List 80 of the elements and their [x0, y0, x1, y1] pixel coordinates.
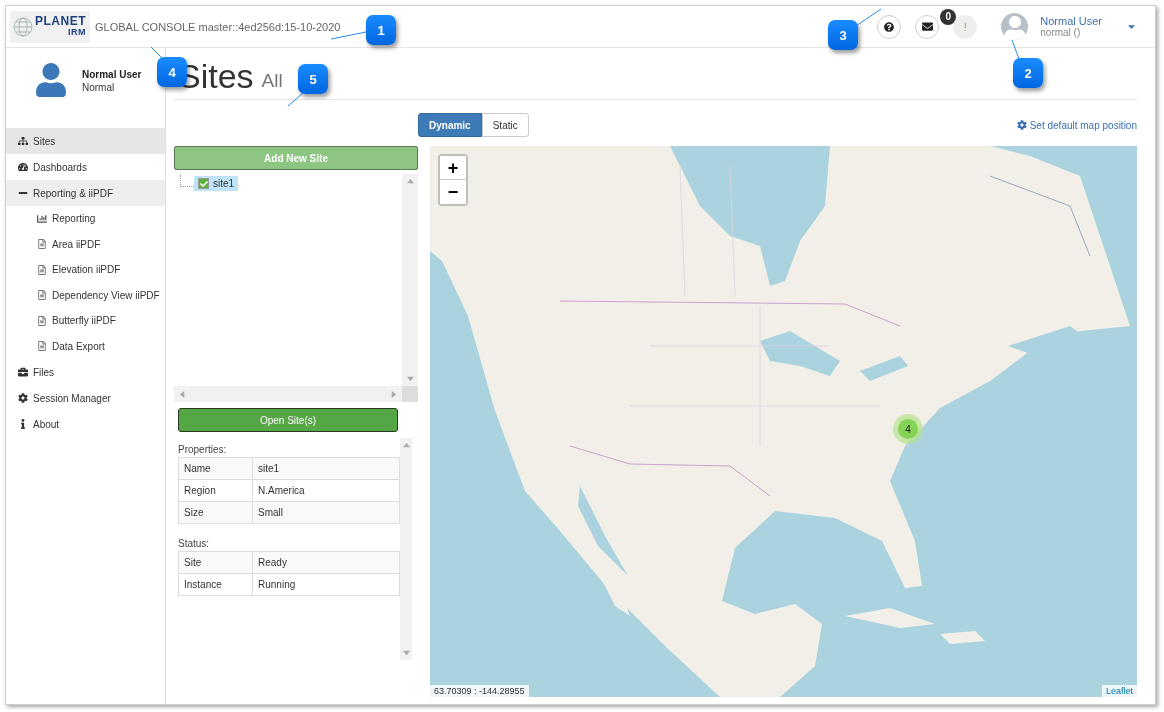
leader-line — [287, 92, 304, 107]
leader-line — [330, 31, 367, 40]
table-cell: Instance — [178, 573, 253, 596]
help-button[interactable] — [877, 14, 902, 39]
scroll-down-icon[interactable] — [402, 649, 410, 656]
count-badge: 0 — [940, 8, 957, 25]
scrollbar[interactable] — [174, 386, 402, 402]
sidebar-item[interactable]: Dashboards — [6, 154, 165, 180]
table-cell: Site — [178, 551, 253, 574]
coordinates-label: 63.70309 : -144.28955 — [430, 685, 529, 697]
table-cell: site1 — [252, 457, 400, 480]
console-title: GLOBAL CONSOLE master::4ed256d:15-10-2020 — [95, 20, 341, 33]
scroll-up-icon[interactable] — [406, 178, 414, 185]
profile-name: Normal User — [82, 68, 142, 81]
info-icon — [18, 419, 28, 429]
sidebar-subitem[interactable]: Elevation iiPDF — [6, 257, 165, 283]
scrollbar[interactable] — [402, 174, 418, 386]
sidebar-subitem[interactable]: Butterfly iiPDF — [6, 308, 165, 334]
zoom-out-button[interactable]: − — [440, 180, 466, 204]
table-cell: N.America — [252, 479, 400, 502]
dashboard-icon — [18, 162, 28, 172]
user-name[interactable]: Normal User — [1040, 14, 1102, 27]
scroll-right-icon[interactable] — [390, 390, 397, 398]
callout-badge: 3 — [828, 20, 858, 50]
user-icon — [34, 63, 68, 97]
callout-badge: 5 — [298, 64, 328, 94]
scroll-up-icon[interactable] — [402, 442, 410, 449]
document-icon — [37, 341, 47, 352]
table-cell: Ready — [252, 551, 400, 574]
tree-node[interactable]: site1 — [194, 176, 239, 191]
sidebar-subitem[interactable]: Area iiPDF — [6, 231, 165, 257]
callout-badge: 2 — [1013, 58, 1043, 88]
leader-line — [1011, 39, 1020, 60]
sidebar-subitem[interactable]: Reporting — [6, 206, 165, 232]
help-icon — [884, 21, 895, 32]
sidebar-subitem[interactable]: Dependency View iiPDF — [6, 282, 165, 308]
briefcase-icon — [18, 367, 28, 377]
document-icon — [37, 264, 47, 275]
node-label: site1 — [213, 178, 235, 189]
table-cell: Size — [178, 501, 253, 524]
globe-icon — [13, 15, 33, 38]
leader-line — [855, 8, 882, 27]
sitemap-icon — [18, 136, 28, 146]
view-toggle-button[interactable]: Dynamic — [418, 113, 482, 137]
zoom-in-button[interactable]: + — [440, 156, 466, 180]
scroll-down-icon[interactable] — [406, 375, 414, 382]
attribution-link[interactable]: Leaflet — [1101, 685, 1137, 697]
sidebar-item[interactable]: Reporting & iiPDF — [6, 180, 165, 206]
table-cell: Small — [252, 501, 400, 524]
sidebar-item[interactable]: Files — [6, 359, 165, 385]
bar-chart-icon — [37, 213, 47, 224]
section-label: Properties: — [178, 444, 228, 455]
map-position-link[interactable]: Set default map position — [1029, 119, 1137, 131]
sidebar-subitem[interactable]: Data Export — [6, 333, 165, 359]
logo-text: IRM — [68, 26, 86, 38]
checkbox[interactable] — [198, 178, 209, 189]
section-label: Status: — [178, 538, 211, 549]
scroll-left-icon[interactable] — [179, 390, 186, 398]
user-subtitle: normal () — [1040, 26, 1082, 39]
scrollbar[interactable] — [400, 438, 412, 660]
envelope-icon — [921, 21, 933, 32]
page-subtitle: All — [261, 69, 283, 93]
sidebar-item[interactable]: Session Manager — [6, 385, 165, 411]
sidebar-item[interactable]: Sites — [6, 128, 165, 154]
sidebar-item[interactable]: About — [6, 411, 165, 437]
document-icon — [37, 290, 47, 301]
logo-text: PLANET — [35, 15, 86, 27]
document-icon — [37, 239, 47, 250]
settings-icon — [18, 393, 28, 403]
profile-role: Normal — [82, 81, 116, 94]
table-cell: Name — [178, 457, 253, 480]
messages-button[interactable] — [915, 14, 940, 39]
callout-badge: 1 — [366, 15, 396, 45]
document-icon — [37, 315, 47, 326]
view-toggle-button[interactable]: Static — [481, 113, 529, 137]
table-cell: Region — [178, 479, 253, 502]
settings-icon — [1016, 120, 1027, 130]
table-cell: Running — [252, 573, 400, 596]
scrollbar-corner — [402, 386, 418, 402]
avatar-icon[interactable] — [1001, 13, 1029, 40]
